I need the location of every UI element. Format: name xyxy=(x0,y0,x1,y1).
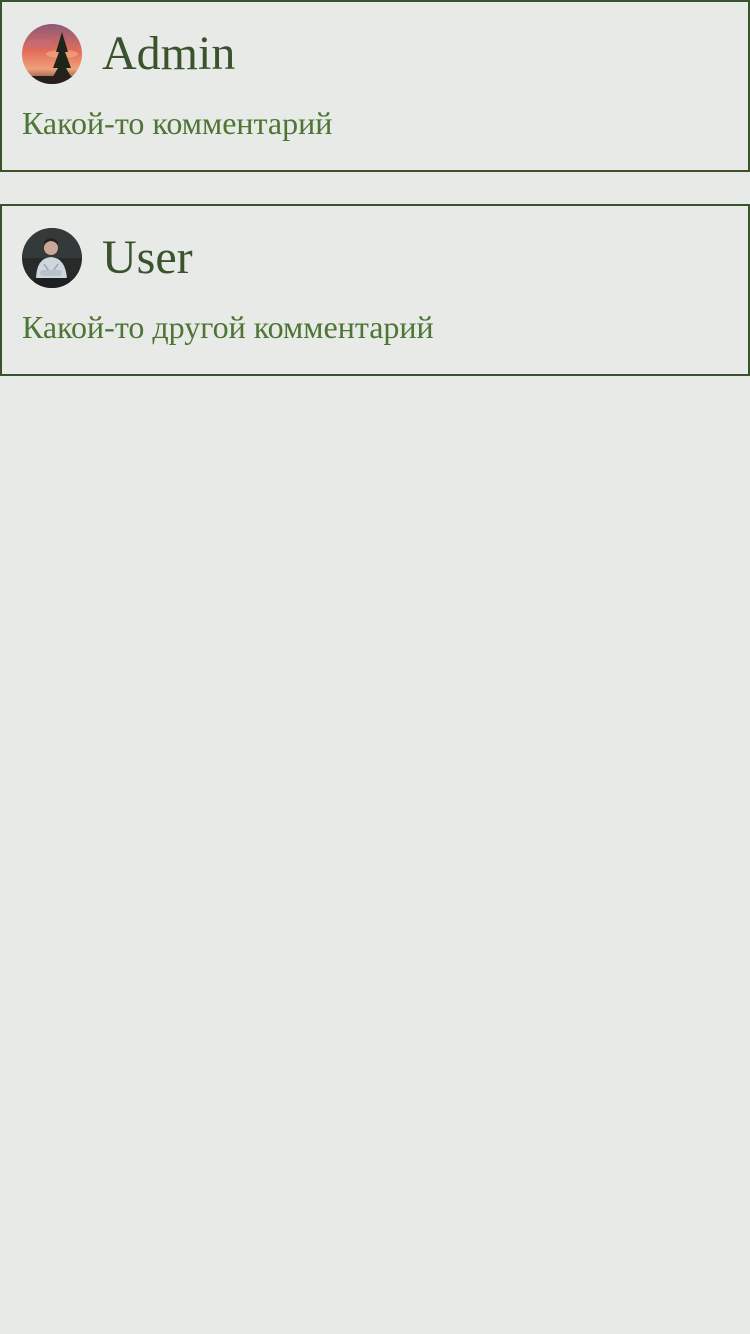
author-name: Admin xyxy=(102,27,236,80)
comment-text: Какой-то комментарий xyxy=(22,105,333,141)
person-photo-avatar-icon xyxy=(22,228,82,288)
comment-text: Какой-то другой комментарий xyxy=(22,309,434,345)
avatar[interactable] xyxy=(22,228,82,288)
comment-card: Admin Какой-то комментарий xyxy=(0,0,750,172)
comment-card: User Какой-то другой комментарий xyxy=(0,204,750,376)
sunset-tree-avatar-icon xyxy=(22,24,82,84)
avatar[interactable] xyxy=(22,24,82,84)
author-name: User xyxy=(102,231,193,284)
